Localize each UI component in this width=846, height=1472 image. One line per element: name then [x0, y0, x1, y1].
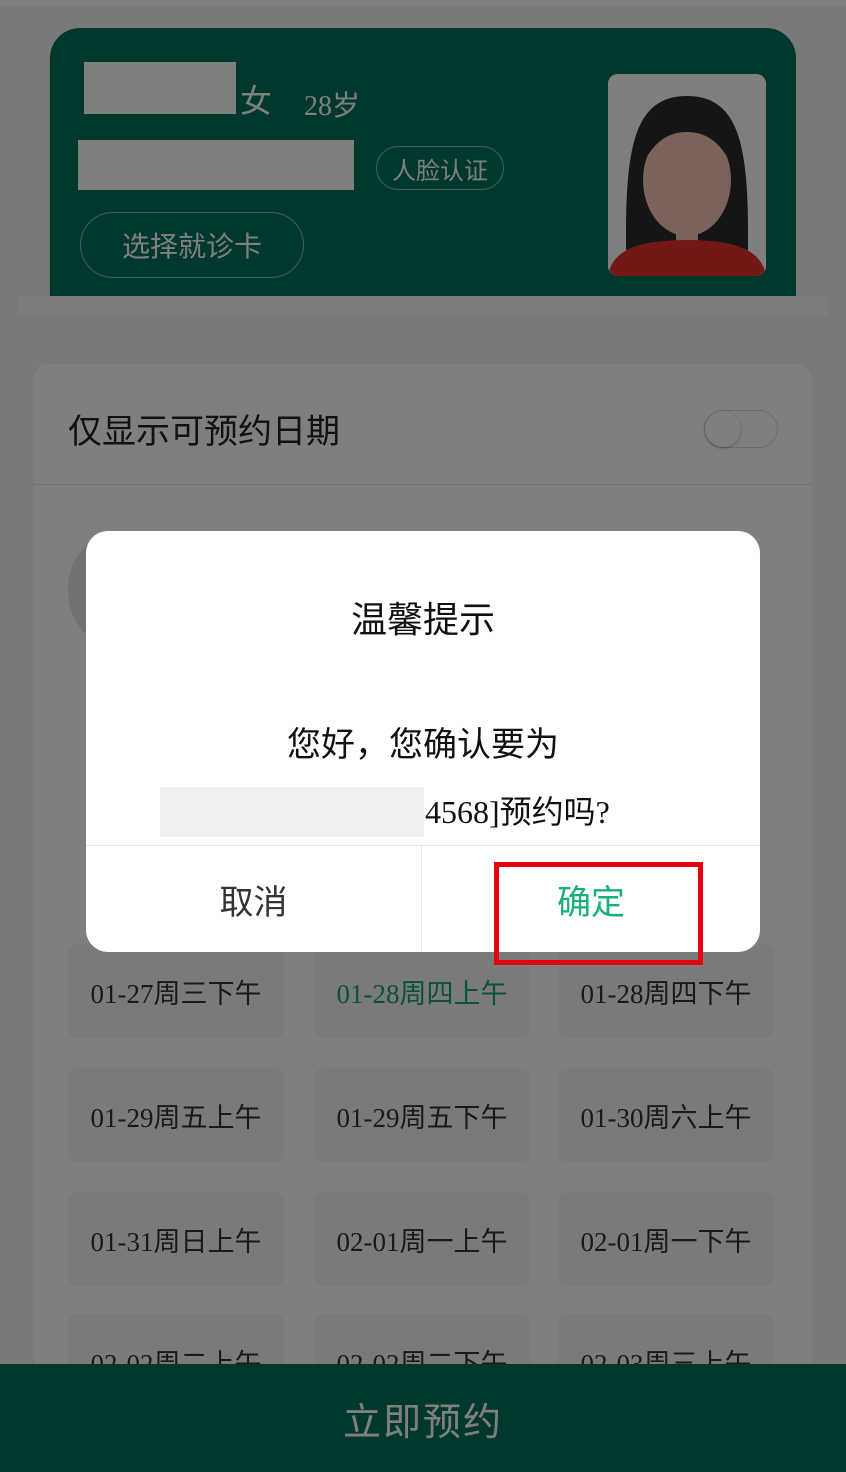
dialog-message-suffix: 4568]预约吗?	[425, 794, 610, 830]
confirm-highlight-box	[494, 862, 703, 965]
cancel-button[interactable]: 取消	[86, 846, 421, 952]
redacted-patient-info	[160, 787, 424, 837]
dialog-title: 温馨提示	[350, 600, 495, 641]
dialog-message: 您好，您确认要为	[287, 725, 559, 765]
